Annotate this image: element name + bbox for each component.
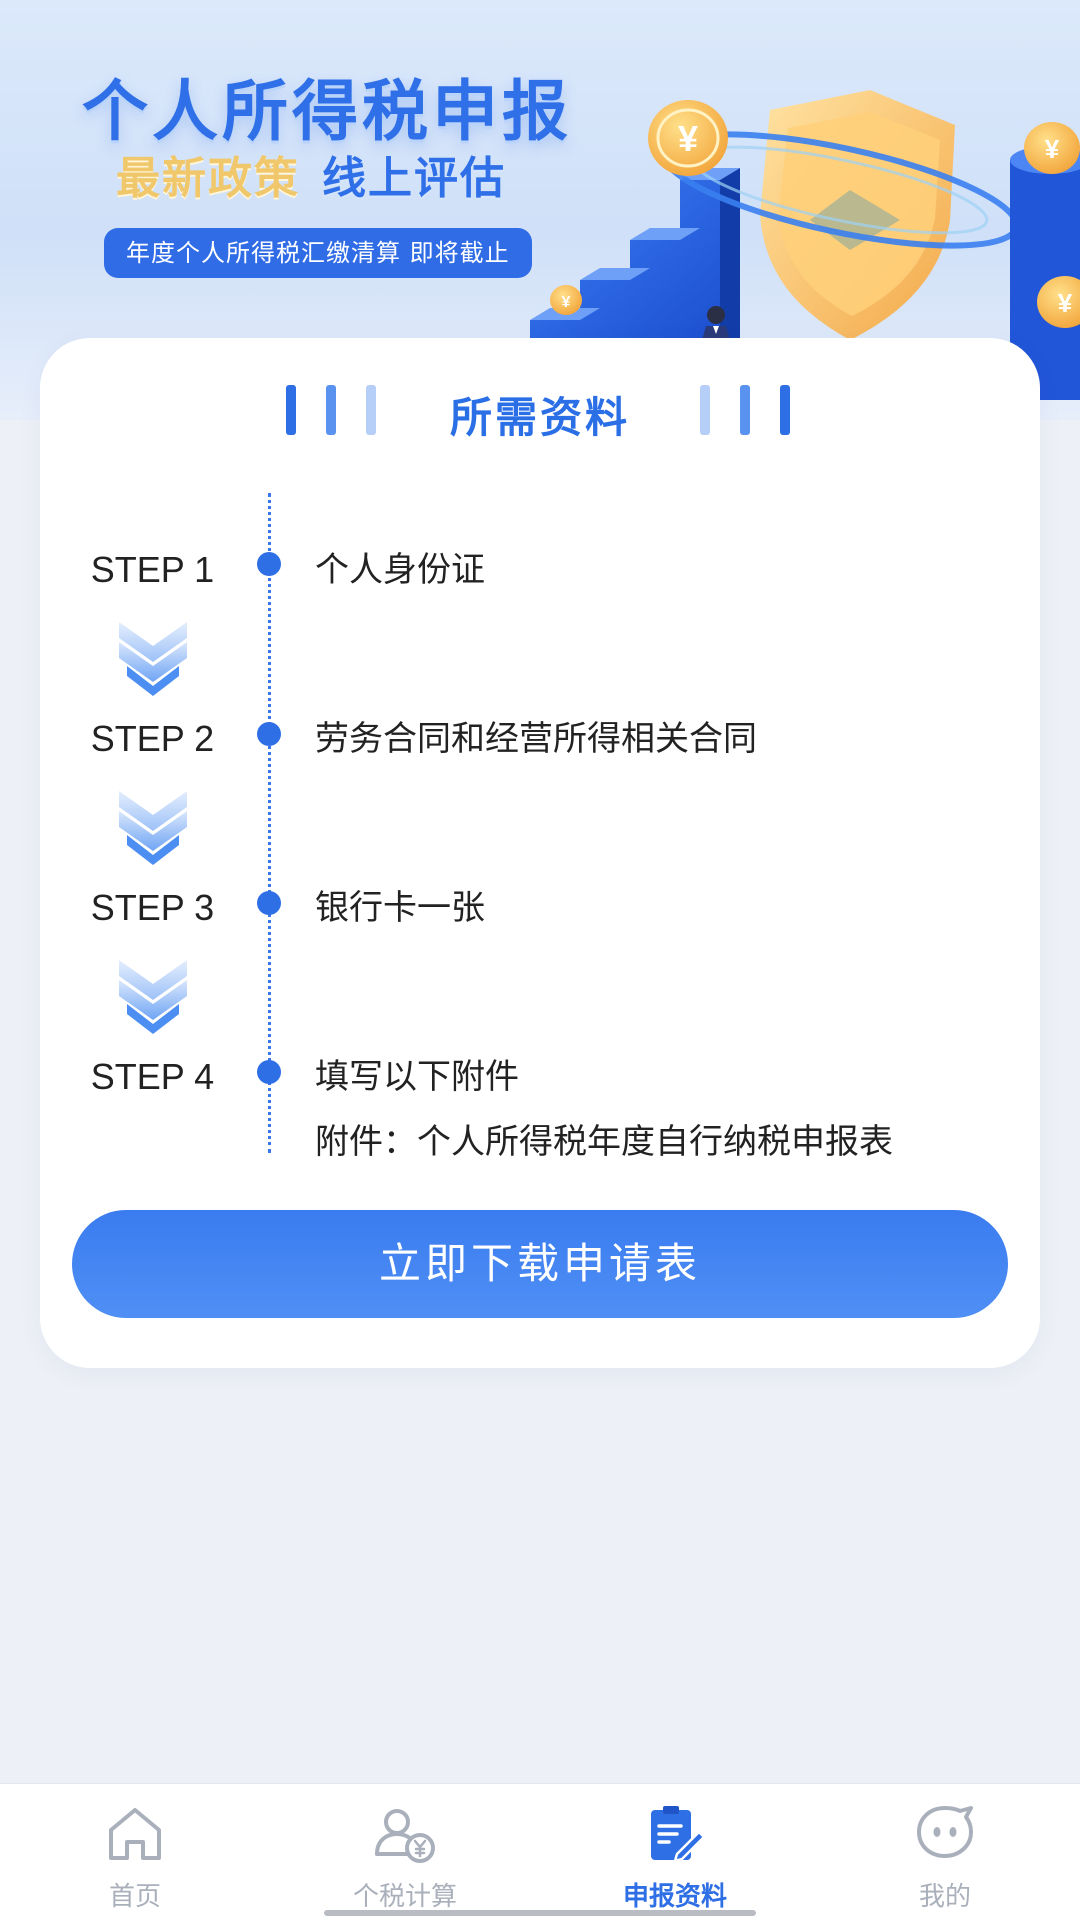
- chevron-down-icon: [119, 960, 187, 1034]
- svg-text:¥: ¥: [1058, 288, 1073, 318]
- tab-home[interactable]: 首页: [0, 1784, 270, 1920]
- step-4-attachment-text: 附件：个人所得税年度自行纳税申报表: [315, 1122, 893, 1162]
- step-4-dot: [257, 1060, 281, 1084]
- tab-profile-label: 我的: [918, 1882, 971, 1912]
- deadline-pill: 年度个人所得税汇缴清算 即将截止: [104, 228, 532, 278]
- svg-text:¥: ¥: [562, 294, 571, 311]
- section-header: 所需资料: [40, 378, 1040, 442]
- download-form-button[interactable]: 立即下载申请表: [72, 1210, 1008, 1318]
- bottom-tab-bar: 首页 个税计算 申报资料 我的: [0, 1783, 1080, 1920]
- chat-face-icon: [917, 1806, 973, 1858]
- tab-tax-calculator[interactable]: 个税计算: [270, 1784, 540, 1920]
- step-1-text: 个人身份证: [315, 550, 485, 590]
- step-1-label: STEP 1: [90, 549, 215, 590]
- step-4-label: STEP 4: [90, 1056, 215, 1097]
- shield-icon: [760, 90, 955, 340]
- step-3-label: STEP 3: [90, 887, 215, 928]
- clipboard-edit-icon: [651, 1806, 706, 1863]
- banner-title: 个人所得税申报: [82, 73, 572, 150]
- chevron-down-icon: [119, 622, 187, 696]
- step-1-dot: [257, 552, 281, 576]
- section-title: 所需资料: [449, 393, 630, 442]
- step-4-text: 填写以下附件: [315, 1057, 519, 1097]
- coin-icon: ¥: [1024, 122, 1080, 174]
- home-icon: [109, 1808, 161, 1860]
- banner-subtitle: 最新政策 线上评估: [116, 142, 506, 206]
- tab-filing-materials-label: 申报资料: [622, 1882, 727, 1912]
- banner-subtitle-gold: 最新政策: [116, 153, 300, 204]
- step-3-dot: [257, 891, 281, 915]
- tab-home-label: 首页: [108, 1882, 161, 1912]
- timeline-line: [268, 493, 271, 1153]
- coin-icon: ¥: [648, 100, 728, 176]
- user-yen-icon: [375, 1809, 435, 1863]
- banner-subtitle-blue: 线上评估: [322, 153, 506, 204]
- tab-filing-materials[interactable]: 申报资料: [540, 1784, 810, 1920]
- step-3-text: 银行卡一张: [315, 888, 485, 928]
- step-2-text: 劳务合同和经营所得相关合同: [315, 719, 757, 759]
- svg-text:¥: ¥: [1045, 134, 1060, 164]
- tab-profile[interactable]: 我的: [810, 1784, 1080, 1920]
- step-2-label: STEP 2: [90, 718, 215, 759]
- required-materials-card: 所需资料 STEP 1 个人身份证 STEP 2 劳务合同和经营所得相关合同 S…: [40, 338, 1040, 1368]
- coin-icon: ¥: [550, 285, 582, 315]
- tab-tax-calculator-label: 个税计算: [352, 1882, 457, 1912]
- chevron-down-icon: [119, 791, 187, 865]
- home-indicator: [324, 1910, 756, 1916]
- svg-text:¥: ¥: [678, 118, 698, 159]
- step-2-dot: [257, 722, 281, 746]
